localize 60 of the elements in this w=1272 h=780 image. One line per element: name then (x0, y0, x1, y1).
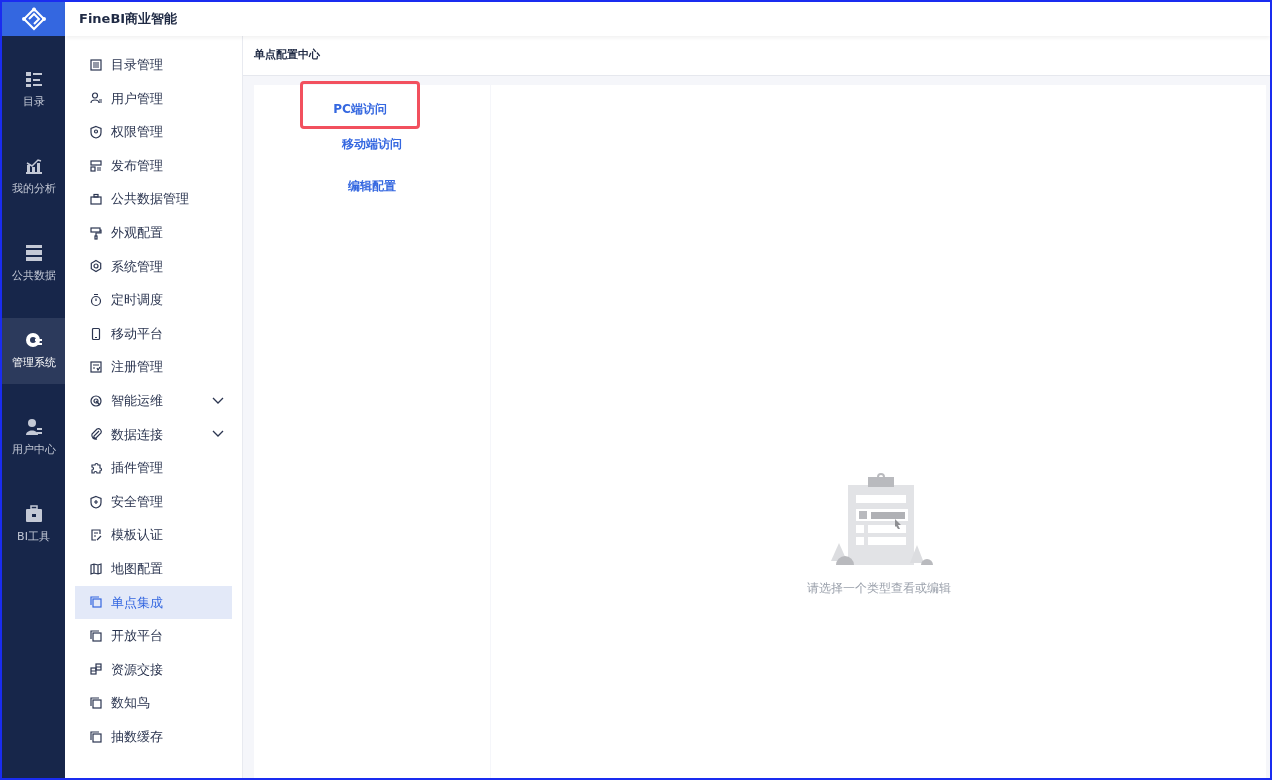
toolbox-icon (24, 504, 43, 523)
menu-item[interactable]: 注册管理 (75, 350, 232, 384)
blocks-icon (89, 662, 103, 677)
menu-item[interactable]: 用户管理 (75, 81, 232, 116)
gear-icon (24, 330, 43, 349)
paperclip-icon (89, 427, 103, 442)
rail-nav-item[interactable]: 公共数据 (2, 231, 65, 297)
empty-state-message: 请选择一个类型查看或编辑 (806, 580, 951, 597)
paint-roller-icon (89, 225, 103, 240)
menu-item[interactable]: 插件管理 (75, 451, 232, 485)
list-icon (24, 69, 43, 88)
bar-chart-icon (24, 156, 43, 175)
menu-item[interactable]: 权限管理 (75, 115, 232, 149)
map-icon (89, 561, 103, 576)
menu-item[interactable]: 数据连接 (75, 417, 232, 452)
form-icon (89, 360, 103, 375)
list-icon (89, 57, 103, 72)
menu-item[interactable]: 模板认证 (75, 518, 232, 552)
menu-item[interactable]: 开放平台 (75, 619, 232, 653)
shield-icon (89, 125, 103, 139)
config-tab[interactable]: 编辑配置 (318, 165, 426, 207)
menu-item[interactable]: 定时调度 (75, 283, 232, 317)
person-icon (24, 417, 43, 436)
copy-icon (89, 595, 103, 610)
config-tab[interactable]: PC端访问 (300, 81, 420, 129)
menu-item[interactable]: 地图配置 (75, 551, 232, 586)
menu-item[interactable]: 发布管理 (75, 148, 232, 183)
copy-icon (89, 696, 103, 711)
menu-item[interactable]: 抽数缓存 (75, 719, 232, 754)
menu-item[interactable]: 外观配置 (75, 215, 232, 250)
menu-item[interactable]: 资源交接 (75, 652, 232, 687)
rail-nav-item[interactable]: 用户中心 (2, 405, 65, 471)
puzzle-icon (89, 460, 103, 475)
rail-nav-item[interactable]: BI工具 (2, 492, 65, 558)
layout-icon (89, 158, 103, 173)
rail-nav-item[interactable]: 我的分析 (2, 144, 65, 210)
logo-icon (20, 7, 47, 31)
menu-item[interactable]: 智能运维 (75, 383, 232, 418)
page-title: 单点配置中心 (254, 47, 320, 64)
server-icon (24, 243, 43, 262)
app-title: FineBI商业智能 (79, 10, 178, 29)
menu-item[interactable]: 公共数据管理 (75, 182, 232, 216)
menu-item[interactable]: 移动平台 (75, 316, 232, 351)
phone-icon (89, 326, 103, 341)
briefcase-icon (89, 192, 103, 207)
copy-icon (89, 729, 103, 744)
menu-item[interactable]: 目录管理 (75, 48, 232, 82)
copy-icon (89, 628, 103, 643)
rail-nav-item[interactable]: 管理系统 (2, 318, 65, 384)
shield-plus-icon (89, 494, 103, 509)
gear-icon (89, 259, 103, 274)
person-icon (89, 91, 103, 106)
rail-nav-item[interactable]: 目录 (2, 57, 65, 123)
menu-item[interactable]: 安全管理 (75, 484, 232, 519)
stopwatch-icon (89, 292, 103, 307)
document-pen-icon (89, 528, 103, 543)
menu-item[interactable]: 数知鸟 (75, 686, 232, 720)
radar-icon (89, 393, 103, 408)
menu-item[interactable]: 系统管理 (75, 249, 232, 284)
menu-item[interactable]: 单点集成 (75, 585, 232, 620)
